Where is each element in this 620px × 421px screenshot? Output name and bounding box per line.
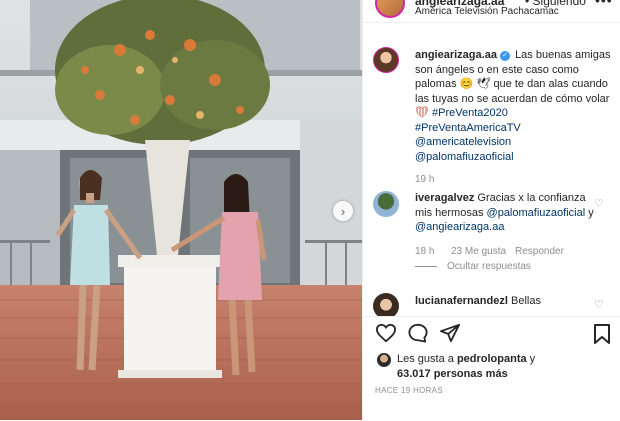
likes-count[interactable]: 63.017 personas más [397,368,508,380]
mention-link[interactable]: @angiearizaga.aa [415,221,504,233]
caption-text: angiearizaga.aa ✓ Las buenas amigas son … [415,48,611,164]
caption-timestamp: 19 h [415,174,435,185]
smile-emoji-icon: 😊 [459,78,474,90]
post-header: angiearizaga.aa • Siguiendo América Tele… [363,0,620,23]
comment-body: Bellas [510,295,541,307]
comment-username[interactable]: lucianafernandezl [415,295,508,307]
comment-avatar[interactable] [373,191,399,217]
caption-username[interactable]: angiearizaga.aa [415,49,497,61]
post-photo-image [0,0,362,420]
next-photo-button[interactable]: › [333,201,353,221]
like-comment-heart-icon[interactable]: ♡ [594,298,604,311]
avatar[interactable] [375,0,405,18]
dove-emoji-icon: 🕊 [476,78,491,90]
comment-bubble-icon[interactable] [407,323,429,343]
caption-avatar[interactable] [373,47,399,73]
chevron-right-icon: › [340,203,346,219]
likes-summary: Les gusta a pedrolopanta y 63.017 person… [397,352,607,381]
like-comment-heart-icon[interactable]: ♡ [594,197,604,210]
mention-link[interactable]: @americatelevision [415,136,511,148]
liker-avatar[interactable] [377,353,391,367]
comment-text: lucianafernandezl Bellas [415,295,541,307]
reply-button[interactable]: Responder [515,246,564,257]
mention-link[interactable]: @palomafiuzaoficial [487,207,586,219]
heart-emoji-icon: ❤ [415,107,429,119]
comment-text: iveragalvez Gracias x la confianza mis h… [415,191,595,235]
mention-link[interactable]: @palomafiuzaoficial [415,151,514,163]
divider [415,266,437,267]
comments-list[interactable]: angiearizaga.aa ✓ Las buenas amigas son … [363,36,620,316]
likes-prefix: Les gusta a [397,353,454,365]
comment-conj: y [588,206,594,219]
liker-username[interactable]: pedrolopanta [457,353,527,365]
bookmark-icon[interactable] [593,323,611,345]
more-options-icon[interactable]: ••• [595,0,613,8]
comment-likes[interactable]: 23 Me gusta [451,246,506,257]
post-time-ago[interactable]: HACE 19 HORAS [375,386,443,395]
comment-avatar[interactable] [373,293,399,316]
comment-timestamp: 18 h [415,246,435,257]
share-plane-icon[interactable] [439,323,461,343]
hide-replies-button[interactable]: Ocultar respuestas [447,261,531,272]
like-heart-icon[interactable] [375,323,397,343]
hashtag-link[interactable]: #PreVentaAmericaTV [415,122,521,134]
post-side-panel: angiearizaga.aa • Siguiendo América Tele… [362,0,620,420]
post-photo[interactable]: › [0,0,362,420]
post-actions: Les gusta a pedrolopanta y 63.017 person… [363,316,620,421]
verified-badge-icon: ✓ [500,51,510,61]
hashtag-link[interactable]: #PreVenta2020 [432,107,508,119]
location-link[interactable]: América Televisión Pachacamac [415,6,559,17]
likes-conj: y [529,353,536,365]
comment-username[interactable]: iveragalvez [415,192,474,204]
